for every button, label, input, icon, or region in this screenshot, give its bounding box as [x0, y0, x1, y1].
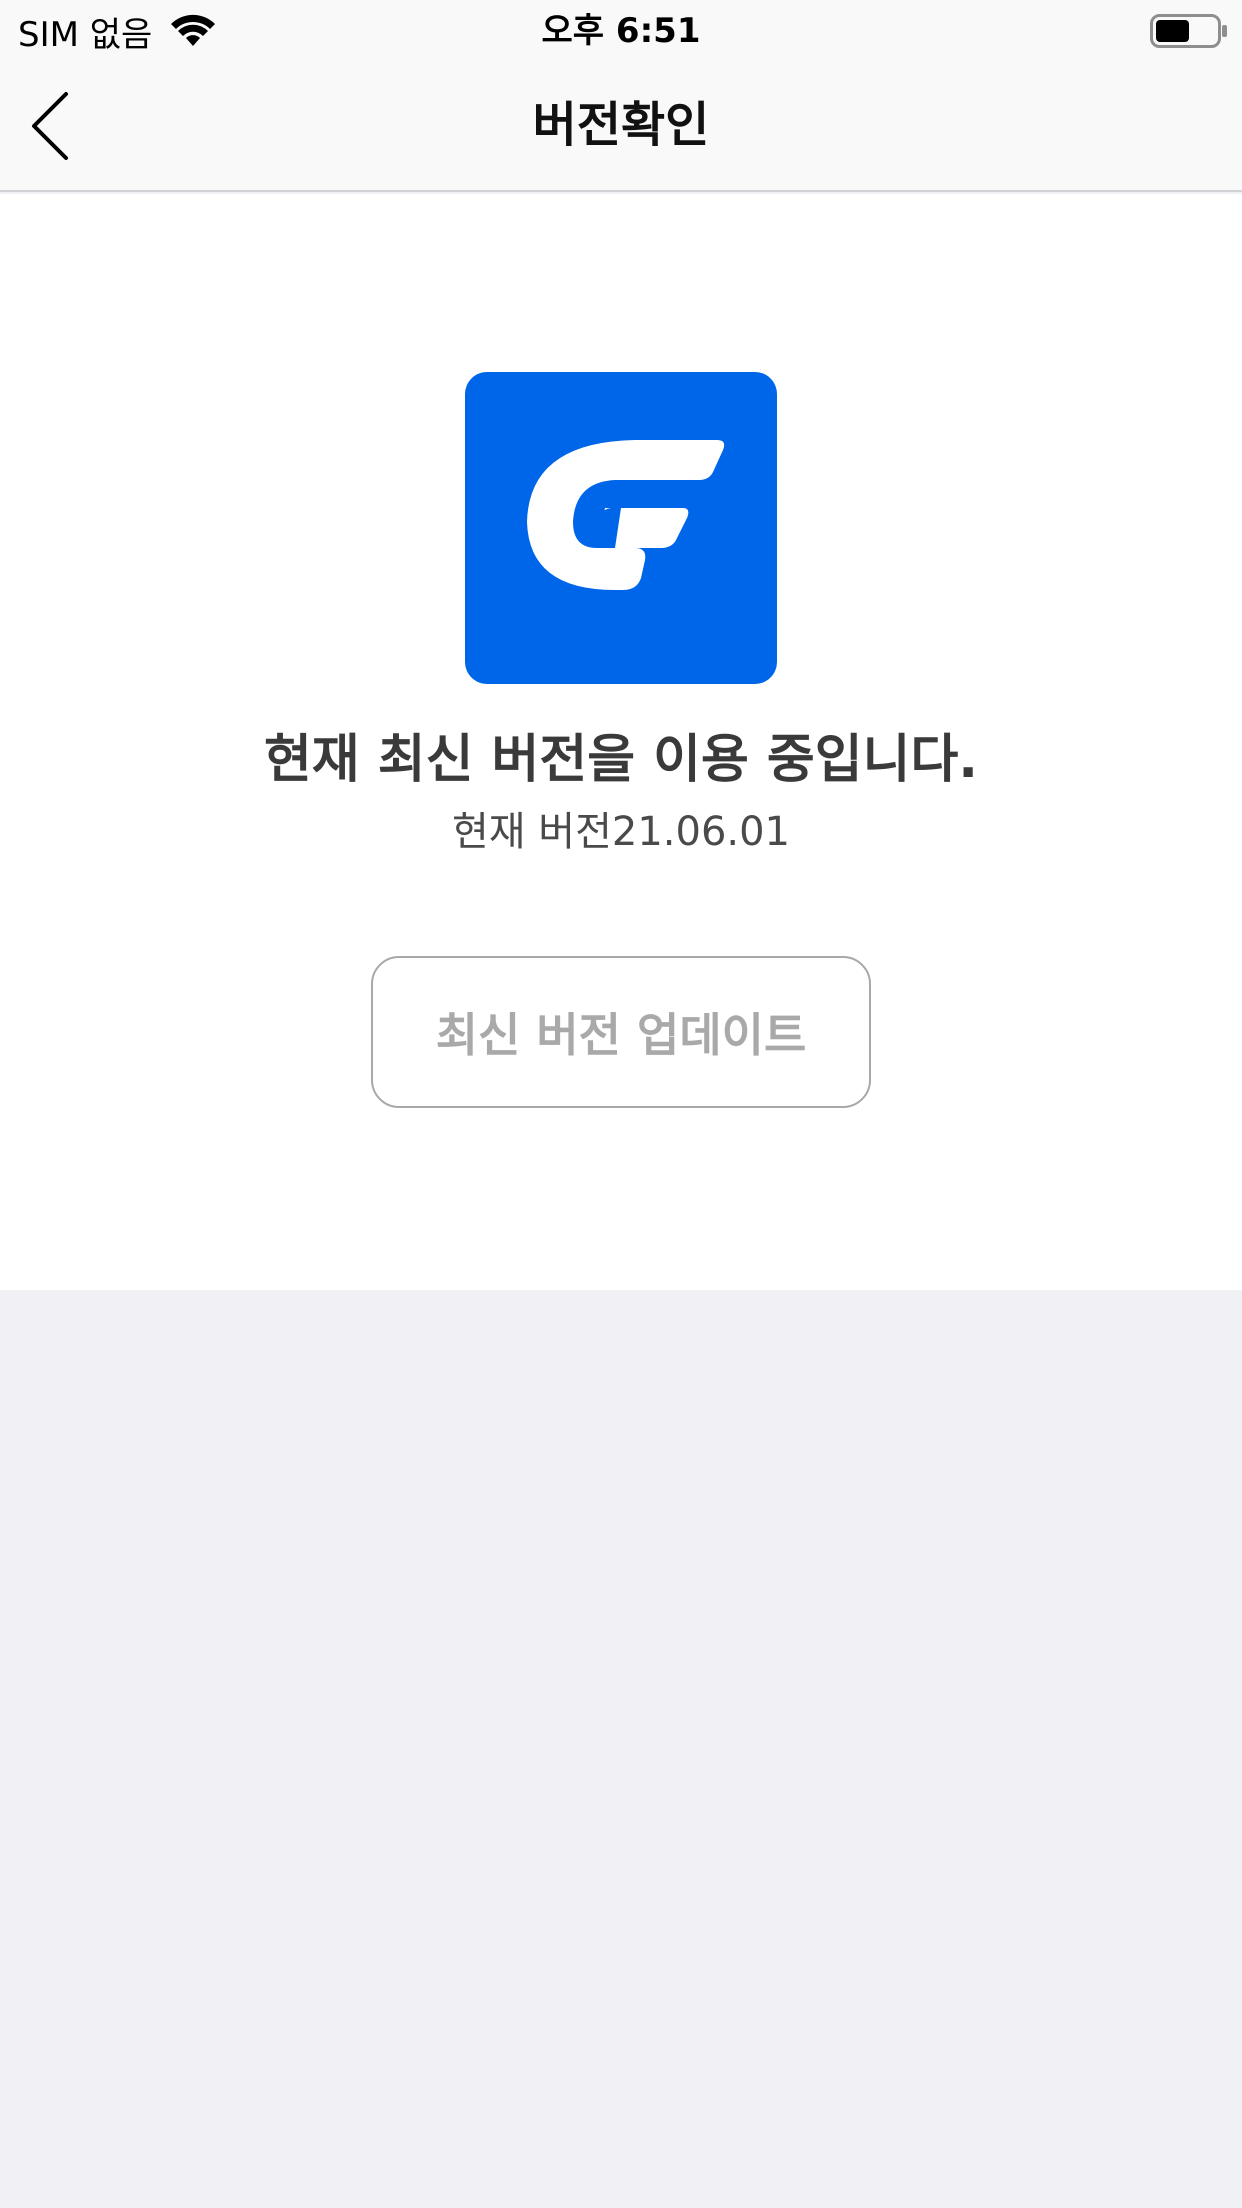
screen: SIM 없음 오후 6:51 버전확인 현재 최신 버전을 이용 중입니다. 현… — [0, 0, 1242, 2208]
status-time: 오후 6:51 — [541, 11, 701, 51]
battery-icon — [1150, 14, 1228, 48]
version-info-panel: 현재 최신 버전을 이용 중입니다. 현재 버전21.06.01 최신 버전 업… — [0, 194, 1242, 1290]
current-version-text: 현재 버전21.06.01 — [451, 809, 791, 855]
update-button[interactable]: 최신 버전 업데이트 — [371, 956, 871, 1108]
status-headline: 현재 최신 버전을 이용 중입니다. — [263, 730, 979, 790]
status-bar: SIM 없음 오후 6:51 — [0, 0, 1242, 62]
page-title: 버전확인 — [532, 97, 710, 153]
navigation-bar: 버전확인 — [0, 62, 1242, 192]
app-logo-icon — [465, 372, 777, 684]
